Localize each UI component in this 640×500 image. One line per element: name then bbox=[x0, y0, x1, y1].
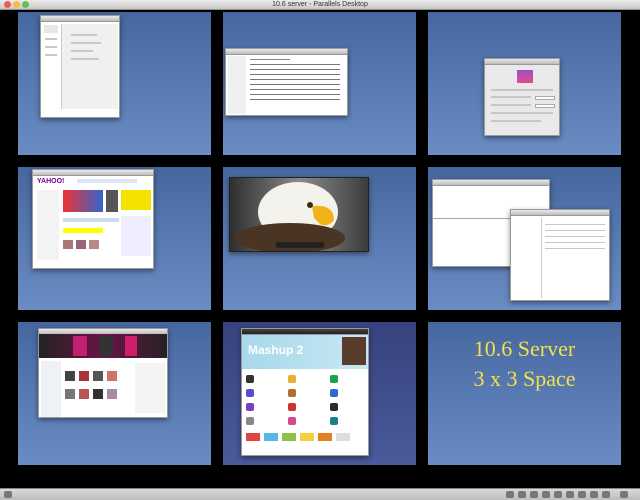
network-icon[interactable] bbox=[530, 491, 538, 498]
space-7[interactable] bbox=[18, 322, 211, 465]
app-store-window[interactable]: Mashup 2 bbox=[241, 328, 369, 456]
address-book-window[interactable] bbox=[40, 15, 120, 118]
space-3[interactable] bbox=[428, 12, 621, 155]
space-1[interactable] bbox=[18, 12, 211, 155]
space-label-line-2: 3 x 3 Space bbox=[473, 366, 576, 391]
display-icon[interactable] bbox=[506, 491, 514, 498]
lock-icon[interactable] bbox=[620, 491, 628, 498]
eagle-video-frame bbox=[230, 178, 368, 251]
space-9[interactable]: 10.6 Server 3 x 3 Space bbox=[428, 322, 621, 465]
space-4[interactable]: YAHOO! bbox=[18, 167, 211, 310]
yahoo-logo: YAHOO! bbox=[37, 178, 65, 185]
title-bar: 10.6 server - Parallels Desktop bbox=[0, 0, 640, 10]
file-list-window[interactable] bbox=[225, 48, 348, 116]
space-5[interactable] bbox=[223, 167, 416, 310]
space-label-line-1: 10.6 Server bbox=[473, 336, 576, 361]
space-2[interactable] bbox=[223, 12, 416, 155]
status-bar bbox=[0, 488, 640, 500]
system-preferences-window[interactable] bbox=[484, 58, 560, 136]
music-store-window[interactable] bbox=[38, 328, 168, 418]
printer-icon[interactable] bbox=[566, 491, 574, 498]
sound-icon[interactable] bbox=[554, 491, 562, 498]
text-window-front[interactable] bbox=[510, 209, 610, 301]
disk-icon[interactable] bbox=[518, 491, 526, 498]
video-player-window[interactable] bbox=[229, 177, 369, 252]
window-title: 10.6 server - Parallels Desktop bbox=[272, 1, 368, 8]
spaces-grid: YAHOO! Mashup 2 10.6 Server 3 x 3 Space bbox=[0, 10, 640, 488]
camera-icon[interactable] bbox=[578, 491, 586, 498]
space-8[interactable]: Mashup 2 bbox=[223, 322, 416, 465]
space-6[interactable] bbox=[428, 167, 621, 310]
usb-icon[interactable] bbox=[542, 491, 550, 498]
shared-folder-icon[interactable] bbox=[590, 491, 598, 498]
app-store-banner: Mashup 2 bbox=[248, 343, 304, 357]
settings-icon[interactable] bbox=[4, 491, 12, 498]
keyboard-icon[interactable] bbox=[602, 491, 610, 498]
yahoo-browser-window[interactable]: YAHOO! bbox=[32, 169, 154, 269]
